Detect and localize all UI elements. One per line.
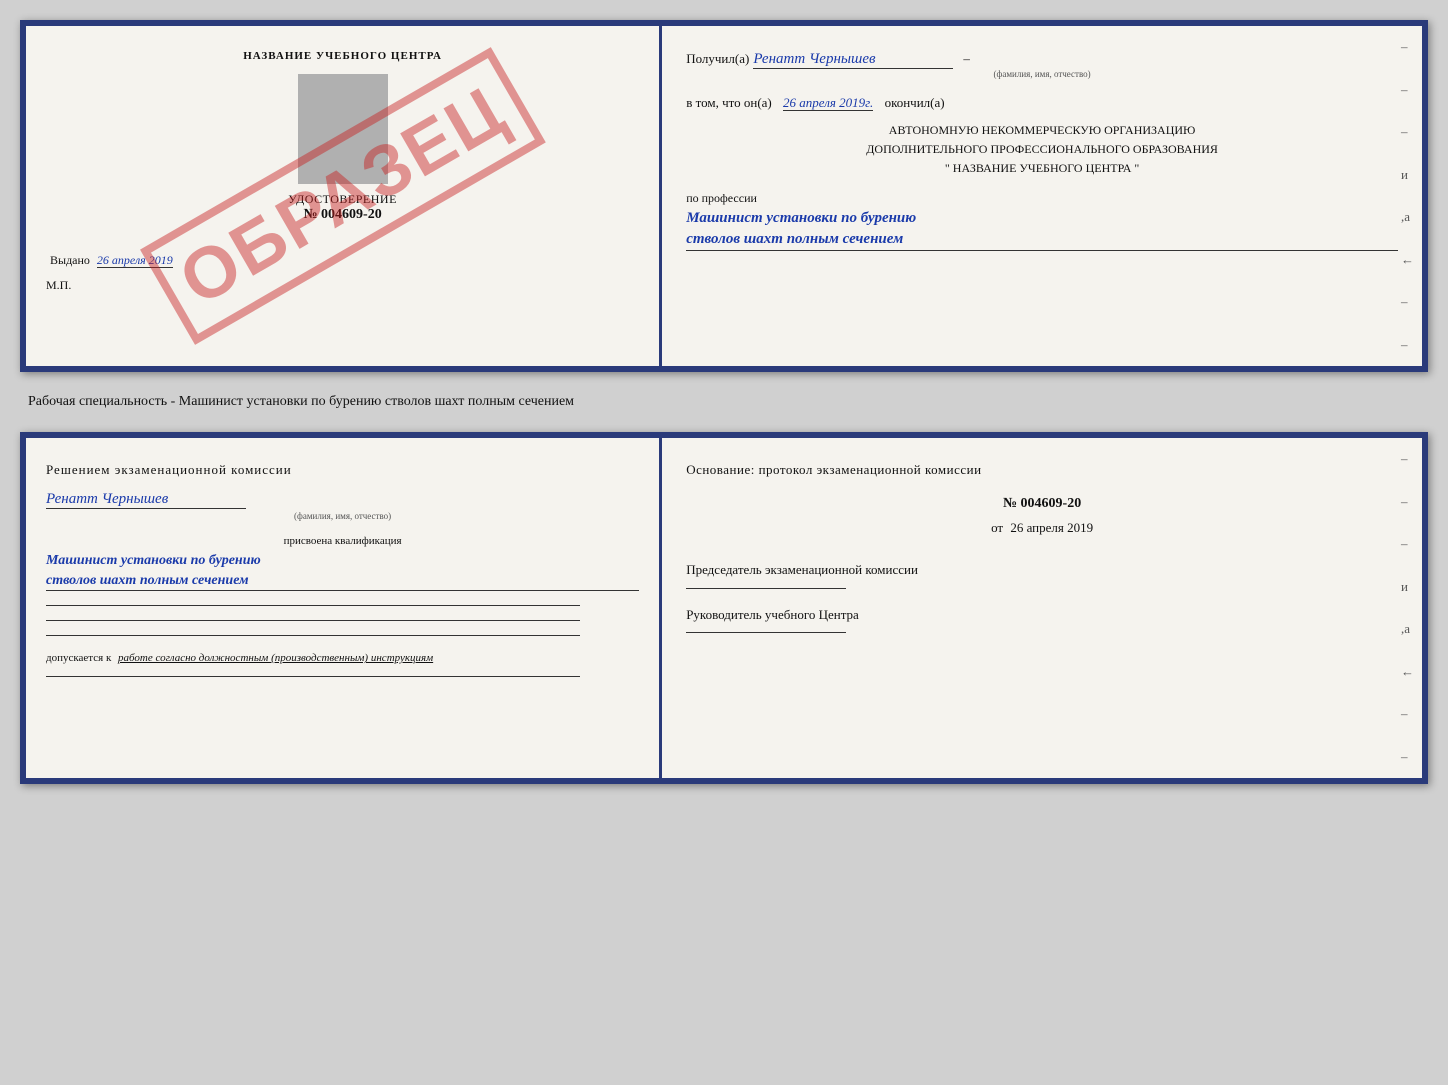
допуск-line: допускается к работе согласно должностны… — [46, 652, 639, 664]
допуск-label: допускается к — [46, 652, 111, 664]
line2 — [46, 620, 580, 621]
issued-label: Выдано — [50, 253, 90, 267]
received-name: Ренатт Чернышев — [753, 51, 953, 69]
received-block: Получил(а) Ренатт Чернышев – (фамилия, и… — [686, 50, 1398, 79]
left-arrow: ← — [1401, 252, 1414, 268]
booklet1-left: НАЗВАНИЕ УЧЕБНОГО ЦЕНТРА УДОСТОВЕРЕНИЕ №… — [26, 26, 662, 366]
line1 — [46, 605, 580, 606]
prof-name1: Машинист установки по бурению — [686, 210, 916, 226]
issued-line: Выдано 26 апреля 2019 — [46, 253, 639, 268]
qual-name1: Машинист установки по бурению — [46, 553, 261, 568]
page-wrapper: НАЗВАНИЕ УЧЕБНОГО ЦЕНТРА УДОСТОВЕРЕНИЕ №… — [20, 20, 1428, 784]
org-block: АВТОНОМНУЮ НЕКОММЕРЧЕСКУЮ ОРГАНИЗАЦИЮ ДО… — [686, 121, 1398, 179]
received-dash: – — [963, 51, 970, 66]
person-block: Ренатт Чернышев (фамилия, имя, отчество) — [46, 490, 639, 521]
left-arrow2: ← — [1401, 664, 1414, 680]
руководитель-block: Руководитель учебного Центра — [686, 605, 1398, 634]
qual-name2: стволов шахт полным сечением — [46, 573, 249, 588]
received-sub: (фамилия, имя, отчество) — [686, 69, 1398, 79]
booklet-2: Решением экзаменационной комиссии Ренатт… — [20, 432, 1428, 784]
vtom-label: в том, что он(а) — [686, 95, 772, 110]
protocol-number: № 004609-20 — [686, 496, 1398, 512]
udost-block: УДОСТОВЕРЕНИЕ № 004609-20 — [46, 192, 639, 223]
protocol-date-val: 26 апреля 2019 — [1010, 520, 1093, 535]
prof-label: по профессии — [686, 191, 1398, 206]
а-char2: ,а — [1401, 621, 1414, 637]
prof-name2: стволов шахт полным сечением — [686, 231, 903, 247]
osnov-title: Основание: протокол экзаменационной коми… — [686, 462, 1398, 478]
udost-number: № 004609-20 — [46, 207, 639, 223]
руководитель-sig-line — [686, 632, 846, 633]
received-label: Получил(а) — [686, 51, 749, 66]
chairman-block: Председатель экзаменационной комиссии — [686, 560, 1398, 589]
photo-placeholder — [298, 74, 388, 184]
а-char: ,а — [1401, 209, 1414, 225]
person-name: Ренатт Чернышев — [46, 491, 246, 509]
right-dashes-2: – – – и ,а ← – – — [1401, 438, 1414, 778]
udost-title: УДОСТОВЕРЕНИЕ — [46, 192, 639, 207]
fio-sub: (фамилия, имя, отчество) — [46, 511, 639, 521]
booklet1-right: – – – и ,а ← – – Получил(а) Ренатт Черны… — [662, 26, 1422, 366]
руководитель-label: Руководитель учебного Центра — [686, 605, 1398, 625]
qual-name: Машинист установки по бурению стволов ша… — [46, 551, 639, 591]
и-char: и — [1401, 167, 1414, 183]
и-char2: и — [1401, 579, 1414, 595]
profession-block: по профессии Машинист установки по бурен… — [686, 191, 1398, 251]
issued-date: 26 апреля 2019 — [97, 253, 173, 268]
org-line2: ДОПОЛНИТЕЛЬНОГО ПРОФЕССИОНАЛЬНОГО ОБРАЗО… — [686, 140, 1398, 159]
booklet-1: НАЗВАНИЕ УЧЕБНОГО ЦЕНТРА УДОСТОВЕРЕНИЕ №… — [20, 20, 1428, 372]
chairman-label: Председатель экзаменационной комиссии — [686, 560, 1398, 580]
org-line3: " НАЗВАНИЕ УЧЕБНОГО ЦЕНТРА " — [686, 159, 1398, 178]
chairman-sig-line — [686, 588, 846, 589]
booklet2-left: Решением экзаменационной комиссии Ренатт… — [26, 438, 662, 778]
qual-label: присвоена квалификация — [46, 535, 639, 547]
okoncil-label: окончил(а) — [885, 95, 945, 110]
prof-name: Машинист установки по бурению стволов ша… — [686, 208, 1398, 251]
line4 — [46, 676, 580, 677]
protocol-date-label: от — [991, 520, 1003, 535]
vtom-date: 26 апреля 2019г. — [783, 95, 873, 111]
decision-title: Решением экзаменационной комиссии — [46, 462, 639, 478]
between-text: Рабочая специальность - Машинист установ… — [20, 390, 1428, 414]
org-line1: АВТОНОМНУЮ НЕКОММЕРЧЕСКУЮ ОРГАНИЗАЦИЮ — [686, 121, 1398, 140]
mp-line: М.П. — [46, 278, 639, 293]
допуск-text: работе согласно должностным (производств… — [118, 652, 433, 664]
booklet2-right: – – – и ,а ← – – Основание: протокол экз… — [662, 438, 1422, 778]
line3 — [46, 635, 580, 636]
lines-block — [46, 605, 639, 636]
protocol-date: от 26 апреля 2019 — [686, 520, 1398, 536]
booklet1-center-title: НАЗВАНИЕ УЧЕБНОГО ЦЕНТРА — [46, 50, 639, 62]
vtom-line: в том, что он(а) 26 апреля 2019г. окончи… — [686, 95, 1398, 111]
right-dashes: – – – и ,а ← – – — [1401, 26, 1414, 366]
